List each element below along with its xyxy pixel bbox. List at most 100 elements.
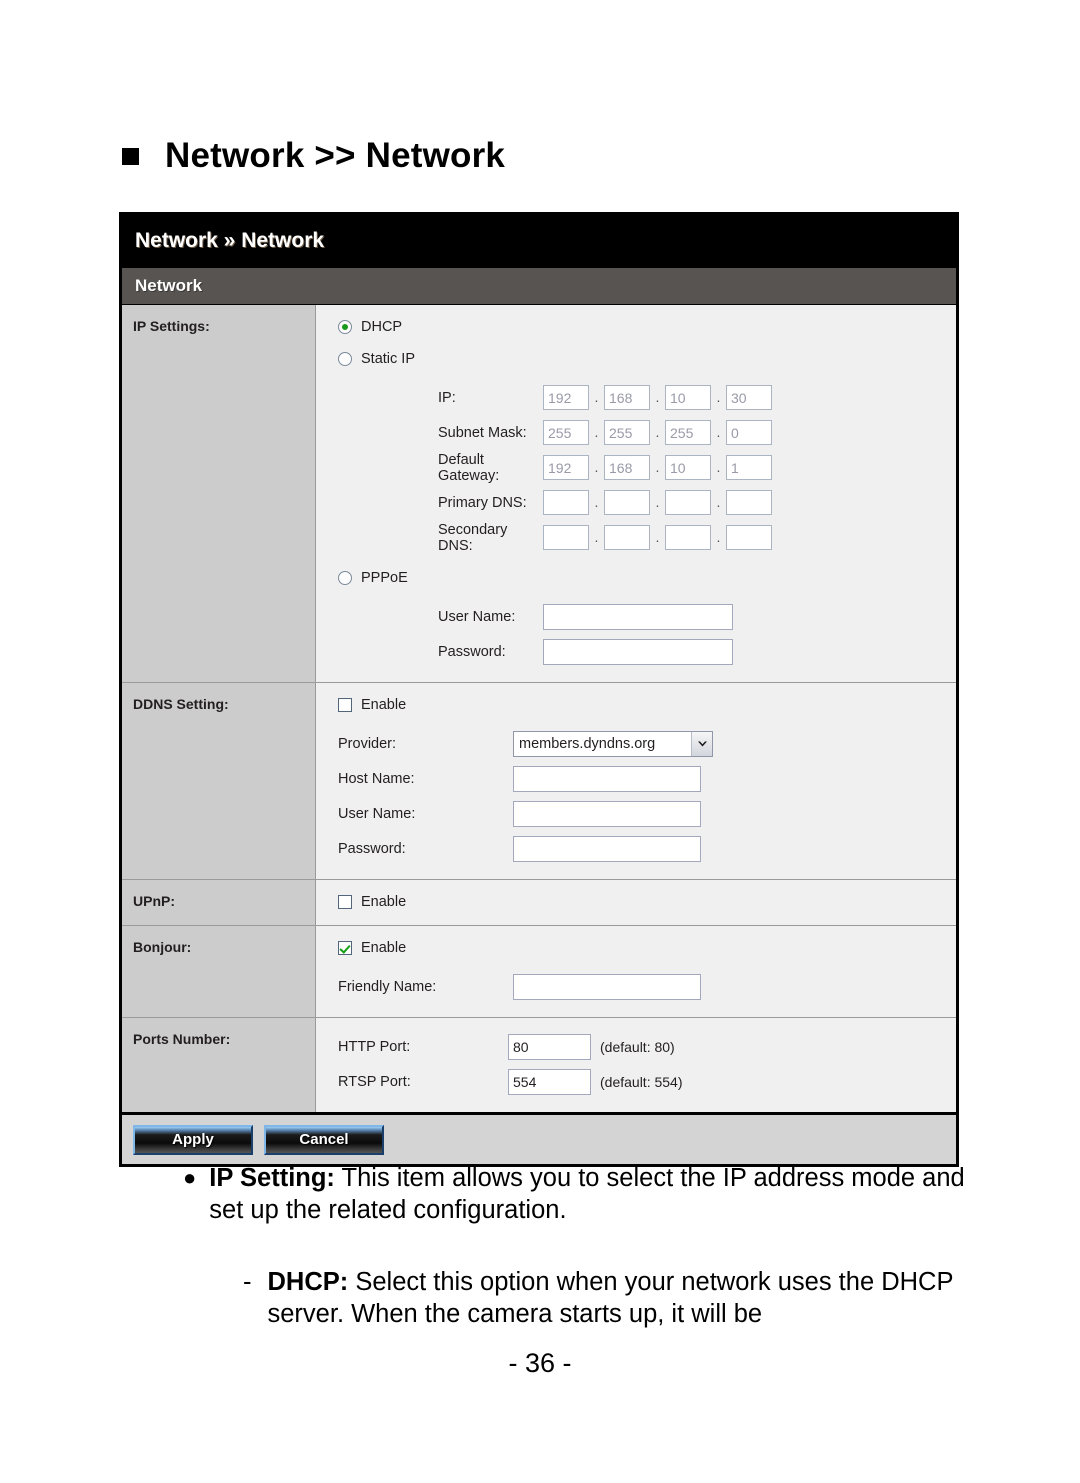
- field-label-http-port: HTTP Port:: [338, 1038, 411, 1055]
- radio-label-static-ip: Static IP: [361, 350, 415, 367]
- row-content-ports-number: HTTP Port: (default: 80) RTSP Port: (def…: [316, 1018, 956, 1112]
- page-title: Network >> Network: [165, 136, 506, 175]
- field-label-ddns-hostname: Host Name:: [338, 770, 415, 787]
- row-ip-settings: IP Settings: DHCP Static IP IP: .: [122, 305, 956, 683]
- primary-dns-octet-3[interactable]: [665, 490, 711, 515]
- octet-dot: .: [655, 529, 660, 545]
- panel-footer: Apply Cancel: [122, 1112, 956, 1164]
- body-copy: ● IP Setting: This item allows you to se…: [183, 1162, 973, 1331]
- octet-dot: .: [716, 494, 721, 510]
- copy-body-dhcp: Select this option when your network use…: [267, 1268, 954, 1329]
- row-content-ip-settings: DHCP Static IP IP: . . .: [316, 305, 956, 682]
- field-ddns-provider: Provider: members.dyndns.org: [338, 726, 956, 761]
- ddns-hostname-input[interactable]: [513, 765, 701, 792]
- row-label-ddns: DDNS Setting:: [122, 683, 316, 879]
- copy-item-ip-setting: ● IP Setting: This item allows you to se…: [183, 1162, 973, 1226]
- octet-dot: .: [594, 389, 599, 405]
- checkbox-upnp-enable-icon[interactable]: [338, 894, 352, 909]
- bonjour-friendly-name-input[interactable]: [513, 973, 701, 1000]
- secondary-dns-octet-4[interactable]: [726, 525, 772, 550]
- rtsp-port-input[interactable]: [508, 1068, 591, 1095]
- subnet-octet-1[interactable]: [543, 420, 589, 445]
- radio-pppoe-icon[interactable]: [338, 570, 352, 585]
- secondary-dns-octet-3[interactable]: [665, 525, 711, 550]
- ip-octet-2[interactable]: [604, 385, 650, 410]
- ip-octet-4[interactable]: [726, 385, 772, 410]
- field-label-default-gateway: Default Gateway:: [438, 451, 500, 484]
- copy-item-dhcp: - DHCP: Select this option when your net…: [243, 1266, 973, 1330]
- radio-option-pppoe[interactable]: PPPoE: [338, 567, 956, 588]
- octet-dot: .: [594, 494, 599, 510]
- checkbox-option-ddns-enable[interactable]: Enable: [338, 694, 956, 715]
- checkbox-option-upnp-enable[interactable]: Enable: [338, 891, 956, 912]
- row-ddns-setting: DDNS Setting: Enable Provider: members.d…: [122, 683, 956, 880]
- ip-octet-3[interactable]: [665, 385, 711, 410]
- ip-octet-1[interactable]: [543, 385, 589, 410]
- checkbox-option-bonjour-enable[interactable]: Enable: [338, 937, 956, 958]
- http-port-input[interactable]: [508, 1033, 591, 1060]
- octet-dot: .: [594, 459, 599, 475]
- radio-option-dhcp[interactable]: DHCP: [338, 316, 956, 337]
- field-label-ddns-provider: Provider:: [338, 735, 397, 752]
- secondary-dns-octet-1[interactable]: [543, 525, 589, 550]
- copy-text-dhcp: DHCP: Select this option when your netwo…: [268, 1266, 974, 1330]
- copy-term-dhcp: DHCP:: [267, 1268, 349, 1297]
- field-label-bonjour-friendly-name: Friendly Name:: [338, 978, 437, 995]
- row-label-bonjour: Bonjour:: [122, 926, 316, 1017]
- pppoe-username-input[interactable]: [543, 603, 733, 630]
- round-bullet-icon: ●: [183, 1165, 197, 1190]
- row-label-ip-settings: IP Settings:: [122, 305, 316, 682]
- field-label-ddns-password: Password:: [338, 840, 406, 857]
- row-upnp: UPnP: Enable: [122, 880, 956, 926]
- field-label-pppoe-password: Password:: [438, 643, 506, 660]
- subnet-octet-2[interactable]: [604, 420, 650, 445]
- ip-octet-group-gateway: . . .: [543, 455, 772, 480]
- ddns-username-input[interactable]: [513, 800, 701, 827]
- primary-dns-octet-4[interactable]: [726, 490, 772, 515]
- radio-dhcp-icon[interactable]: [338, 319, 352, 334]
- chevron-down-icon[interactable]: [691, 731, 712, 756]
- octet-dot: .: [716, 529, 721, 545]
- subnet-octet-3[interactable]: [665, 420, 711, 445]
- field-label-pppoe-username: User Name:: [438, 608, 516, 625]
- apply-button[interactable]: Apply: [133, 1124, 253, 1155]
- gateway-octet-4[interactable]: [726, 455, 772, 480]
- radio-label-dhcp: DHCP: [361, 318, 403, 335]
- gateway-octet-2[interactable]: [604, 455, 650, 480]
- gateway-octet-1[interactable]: [543, 455, 589, 480]
- field-ddns-hostname: Host Name:: [338, 761, 956, 796]
- radio-static-ip-icon[interactable]: [338, 351, 352, 366]
- pppoe-password-input[interactable]: [543, 638, 733, 665]
- primary-dns-octet-2[interactable]: [604, 490, 650, 515]
- radio-option-static-ip[interactable]: Static IP: [338, 348, 956, 369]
- octet-dot: .: [655, 424, 660, 440]
- octet-dot: .: [594, 424, 599, 440]
- checkbox-bonjour-enable-icon[interactable]: [338, 940, 352, 955]
- page-heading: Network >> Network: [122, 136, 505, 176]
- field-label-primary-dns: Primary DNS:: [438, 494, 527, 511]
- secondary-dns-octet-2[interactable]: [604, 525, 650, 550]
- row-content-upnp: Enable: [316, 880, 956, 925]
- row-content-bonjour: Enable Friendly Name:: [316, 926, 956, 1017]
- gateway-octet-3[interactable]: [665, 455, 711, 480]
- checkbox-ddns-enable-icon[interactable]: [338, 697, 352, 712]
- field-http-port: HTTP Port: (default: 80): [338, 1029, 956, 1064]
- ip-octet-group-primary-dns: . . .: [543, 490, 772, 515]
- field-label-ddns-username: User Name:: [338, 805, 416, 822]
- page-number: - 36 -: [508, 1348, 572, 1378]
- subnet-octet-4[interactable]: [726, 420, 772, 445]
- primary-dns-octet-1[interactable]: [543, 490, 589, 515]
- field-label-ip: IP:: [438, 389, 456, 406]
- cancel-button[interactable]: Cancel: [264, 1124, 384, 1155]
- field-label-secondary-dns: Secondary DNS:: [438, 521, 508, 554]
- ddns-password-input[interactable]: [513, 835, 701, 862]
- radio-label-pppoe: PPPoE: [361, 569, 408, 586]
- checkbox-label-upnp-enable: Enable: [361, 893, 407, 910]
- dash-bullet-icon: -: [243, 1268, 252, 1297]
- field-label-rtsp-port: RTSP Port:: [338, 1073, 411, 1090]
- octet-dot: .: [716, 424, 721, 440]
- breadcrumb: Network » Network: [135, 229, 325, 252]
- field-rtsp-port: RTSP Port: (default: 554): [338, 1064, 956, 1099]
- octet-dot: .: [594, 529, 599, 545]
- ddns-provider-select[interactable]: members.dyndns.org: [513, 730, 713, 757]
